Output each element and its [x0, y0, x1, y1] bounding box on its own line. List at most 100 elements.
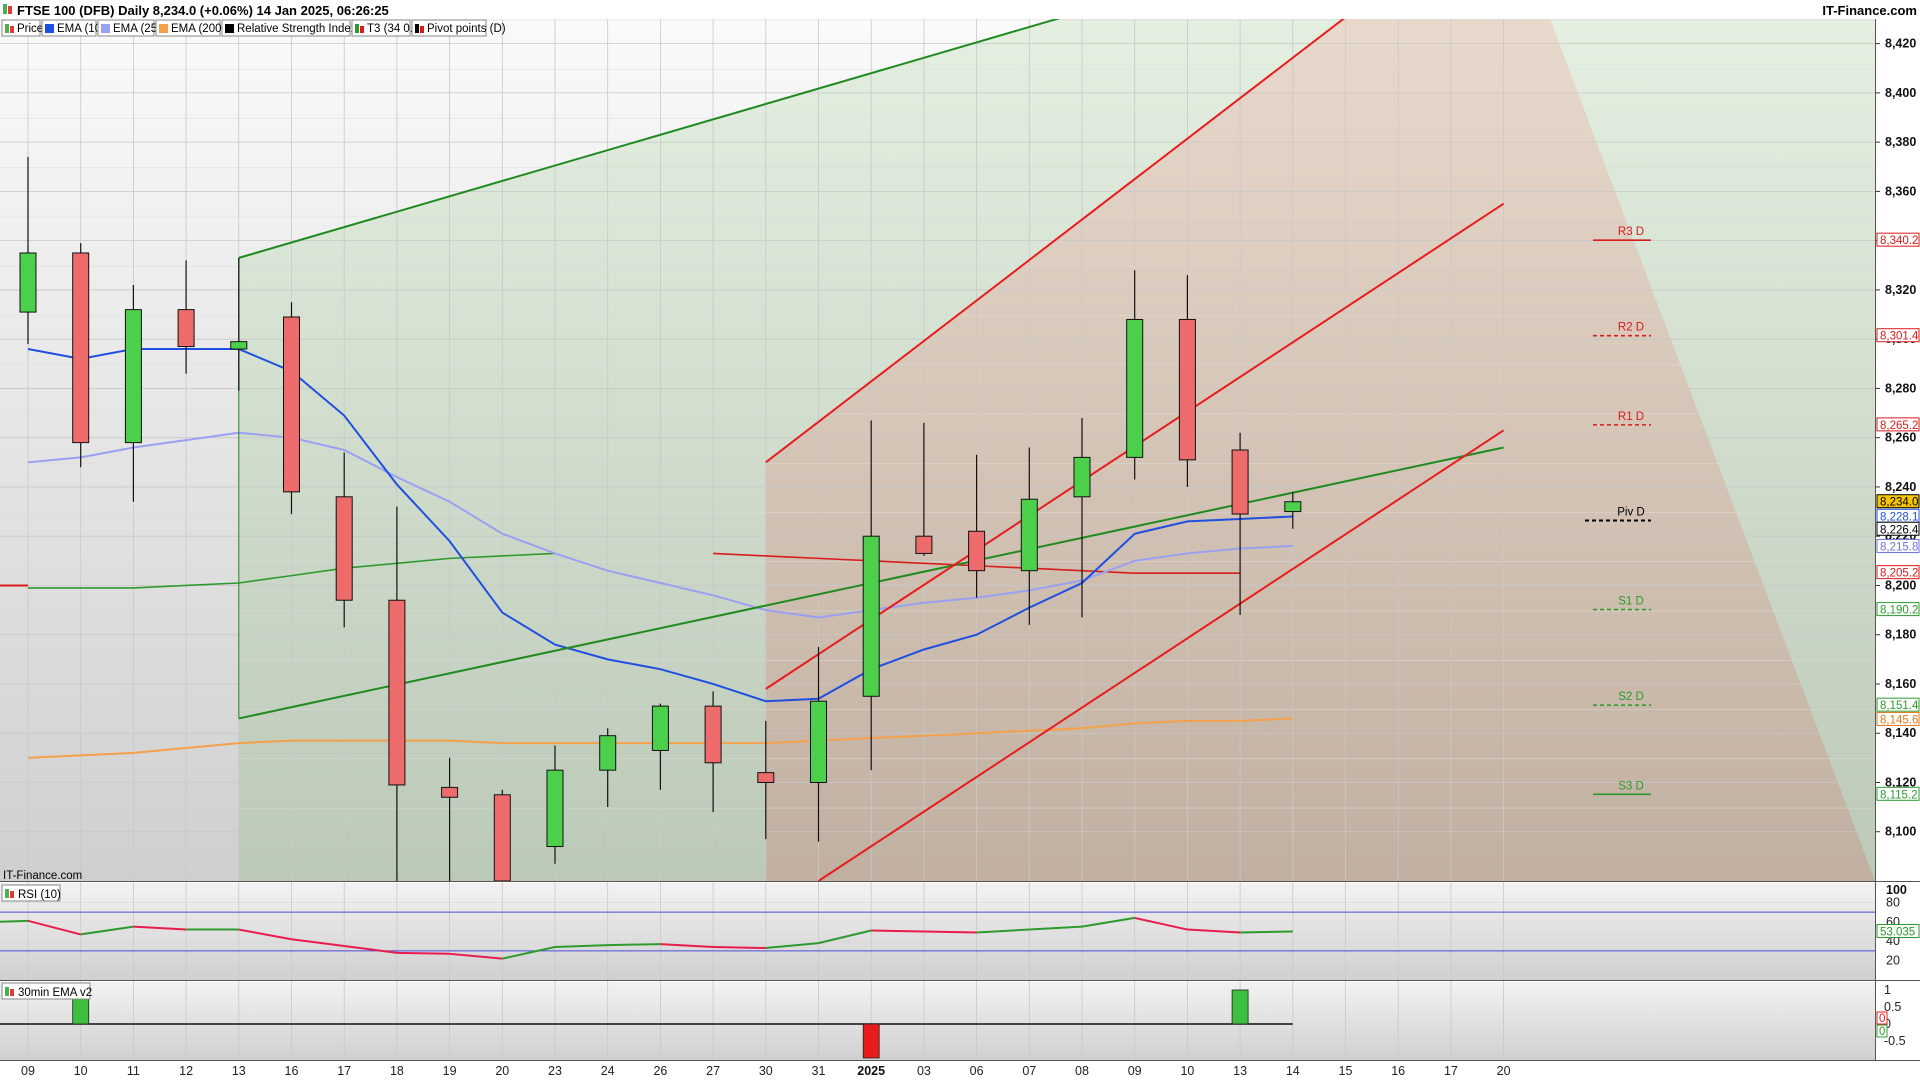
x-tick-label: 17: [337, 1064, 351, 1078]
pivot-label: R3 D: [1618, 226, 1644, 238]
candle-body: [1073, 456, 1091, 498]
x-tick-label: 23: [548, 1064, 562, 1078]
rsi-tick-label: 80: [1886, 895, 1900, 909]
rsi-segment: [607, 943, 661, 947]
y-tick-label: 8,200: [1885, 578, 1916, 592]
x-tick-label: 13: [1233, 1064, 1247, 1078]
rsi-segment: [396, 951, 450, 955]
legend-label: Pivot points (D): [427, 23, 506, 35]
chart-icon: [3, 4, 7, 14]
pivot-label: S1 D: [1618, 596, 1644, 608]
candle-body: [283, 316, 300, 493]
chart-title: FTSE 100 (DFB) Daily 8,234.0 (+0.06%) 14…: [17, 3, 389, 18]
ftse-chart: R3 DR2 DR1 DPiv DS1 DS2 DS3 D 8,1008,120…: [0, 0, 1920, 1080]
candle: [72, 243, 90, 468]
rsi-segment: [713, 946, 766, 949]
legend-item-pivot-points-d-[interactable]: Pivot points (D): [411, 19, 506, 37]
watermark: IT-Finance.com: [3, 870, 82, 882]
price-tag-label: 8,190.2: [1880, 605, 1918, 617]
ema-panel-title: 30min EMA v2: [18, 987, 92, 999]
legend: Price EMA (10) EMA (25) EMA (200) Relative S…: [1, 19, 506, 37]
candle-body: [124, 309, 142, 444]
legend-item-price[interactable]: Price: [1, 19, 43, 37]
price-tag-label: 8,145.6: [1880, 714, 1918, 726]
rsi-segment: [871, 929, 924, 933]
ema-value-label: 0: [1879, 1026, 1885, 1038]
x-tick-label: 09: [1128, 1064, 1142, 1078]
candle-body: [177, 309, 195, 348]
price-tag: 8,215.8: [1876, 539, 1920, 554]
candle-body: [704, 705, 722, 764]
candle-body: [441, 786, 459, 798]
y-tick-label: 8,240: [1885, 480, 1916, 494]
header-bar: FTSE 100 (DFB) Daily 8,234.0 (+0.06%) 14…: [0, 0, 1920, 19]
x-tick-label: 12: [179, 1064, 193, 1078]
rsi-tick-label: 20: [1886, 954, 1900, 968]
candle-body: [651, 705, 669, 751]
x-tick-label: 06: [970, 1064, 984, 1078]
y-tick-label: 8,100: [1885, 825, 1916, 839]
price-tag-label: 8,151.4: [1880, 700, 1919, 712]
x-tick-label: 08: [1075, 1064, 1089, 1078]
x-tick-label: 18: [390, 1064, 404, 1078]
y-tick-label: 8,260: [1885, 431, 1916, 445]
price-tag: 8,226.4: [1876, 521, 1920, 536]
price-tag: 8,205.2: [1876, 565, 1920, 580]
candle-body: [72, 252, 90, 444]
price-tag: 8,265.2: [1876, 417, 1920, 432]
ema-tick-label: 1: [1884, 983, 1891, 997]
x-tick-label: 03: [917, 1064, 931, 1078]
pivot-label: R1 D: [1618, 411, 1644, 423]
rsi-value-label: 53.035: [1880, 927, 1915, 939]
x-tick-label: 10: [74, 1064, 88, 1078]
legend-label: Price: [17, 23, 43, 35]
candle-body: [1126, 318, 1144, 458]
candle-body: [810, 700, 827, 783]
pivot-label: R2 D: [1618, 322, 1644, 334]
x-tick-label: 27: [706, 1064, 720, 1078]
rsi-title: RSI (10): [18, 889, 61, 901]
rsi-label: RSI (10): [1, 884, 61, 902]
x-tick-label: 14: [1286, 1064, 1300, 1078]
price-tag: 8,234.0: [1876, 494, 1920, 509]
ema-bar: [1231, 989, 1249, 1025]
candle-body: [968, 530, 986, 572]
y-tick-label: 8,380: [1885, 135, 1916, 149]
legend-item-ema-10-[interactable]: EMA (10): [41, 19, 105, 37]
x-tick-label: 26: [653, 1064, 667, 1078]
ema-value-tag: 0: [1876, 1024, 1888, 1038]
legend-item-ema-25-[interactable]: EMA (25): [97, 19, 161, 37]
price-tag: 8,151.4: [1876, 697, 1920, 712]
price-tag: 8,145.6: [1876, 711, 1920, 726]
ema-panel-bg: [0, 982, 1875, 1060]
candle-body: [1178, 318, 1196, 461]
y-tick-label: 8,160: [1885, 677, 1916, 691]
brand-label[interactable]: IT-Finance.com: [1822, 3, 1917, 18]
ema-panel-label: 30min EMA v2: [1, 982, 92, 1000]
x-tick-label: 20: [1497, 1064, 1511, 1078]
candle-body: [335, 496, 353, 601]
pivot-label: Piv D: [1617, 506, 1644, 518]
price-tag-label: 8,234.0: [1880, 497, 1918, 509]
legend-item-ema-200-[interactable]: EMA (200): [155, 19, 225, 37]
ema-value-tag: 0: [1876, 1011, 1888, 1025]
x-tick-label: 16: [1391, 1064, 1405, 1078]
x-tick-label: 24: [601, 1064, 615, 1078]
candle-body: [862, 535, 880, 697]
y-tick-label: 8,420: [1885, 37, 1916, 51]
price-tag: 8,340.2: [1876, 232, 1920, 247]
candle-body: [388, 599, 406, 786]
candle-body: [757, 772, 775, 783]
x-tick-label: 13: [232, 1064, 246, 1078]
x-tick-label: 19: [443, 1064, 457, 1078]
price-tag-label: 8,265.2: [1880, 420, 1918, 432]
legend-label: EMA (200): [171, 23, 225, 35]
x-tick-label: 30: [759, 1064, 773, 1078]
price-tag: 8,301.4: [1876, 328, 1920, 343]
price-tag-label: 8,215.8: [1880, 542, 1918, 554]
x-tick-label: 2025: [857, 1064, 885, 1078]
price-tag-label: 8,228.1: [1880, 511, 1918, 523]
rsi-value-tag: 53.035: [1876, 924, 1920, 939]
rsi-segment: [1240, 930, 1293, 934]
candle-body: [1020, 498, 1038, 572]
